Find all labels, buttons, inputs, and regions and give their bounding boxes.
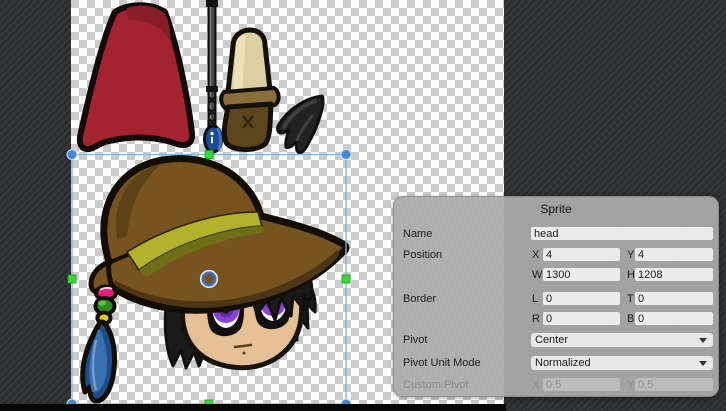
y-label: Y xyxy=(627,249,634,261)
h-label: H xyxy=(627,269,635,281)
panel-title: Sprite xyxy=(393,202,719,216)
position-row-xy: Position X Y xyxy=(393,248,719,262)
position-y-input[interactable] xyxy=(635,248,713,261)
position-x-input[interactable] xyxy=(543,248,620,261)
height-input[interactable] xyxy=(635,268,713,281)
chevron-down-icon xyxy=(699,338,707,343)
position-label: Position xyxy=(403,249,442,261)
border-l-input[interactable] xyxy=(543,292,620,305)
border-label: Border xyxy=(403,293,436,305)
custom-pivot-label: Custom Pivot xyxy=(403,379,468,391)
pivot-unit-mode-value: Normalized xyxy=(535,357,591,369)
width-input[interactable] xyxy=(543,268,620,281)
position-row-wh: W H xyxy=(393,268,719,282)
border-r-input[interactable] xyxy=(543,312,620,325)
pivot-unit-mode-dropdown[interactable]: Normalized xyxy=(531,356,713,370)
l-label: L xyxy=(532,293,538,305)
name-label: Name xyxy=(403,228,432,240)
canvas-bottom-bar xyxy=(0,404,506,411)
name-input[interactable] xyxy=(531,227,713,240)
pivot-dropdown[interactable]: Center xyxy=(531,333,713,347)
corner-handle-top-left[interactable] xyxy=(67,150,77,160)
r-label: R xyxy=(532,313,540,325)
edge-handle-top[interactable] xyxy=(205,151,213,159)
pivot-row: Pivot Center xyxy=(393,333,719,347)
edge-handle-right[interactable] xyxy=(342,275,350,283)
border-t-input[interactable] xyxy=(635,292,713,305)
custom-pivot-row: Custom Pivot X Y xyxy=(393,378,719,392)
w-label: W xyxy=(532,269,542,281)
border-row-rb: R B xyxy=(393,312,719,326)
t-label: T xyxy=(627,293,634,305)
border-b-input[interactable] xyxy=(635,312,713,325)
sprite-editor-window: Sprite Name Position X Y W H Border L T … xyxy=(0,0,726,411)
pivot-dropdown-value: Center xyxy=(535,334,568,346)
border-row-lt: Border L T xyxy=(393,292,719,306)
custom-pivot-x-label: X xyxy=(532,379,539,391)
pivot-unit-mode-row: Pivot Unit Mode Normalized xyxy=(393,356,719,370)
custom-pivot-y-label: Y xyxy=(627,379,634,391)
chevron-down-icon xyxy=(699,361,707,366)
pivot-unit-mode-label: Pivot Unit Mode xyxy=(403,357,481,369)
edge-handle-left[interactable] xyxy=(68,275,76,283)
custom-pivot-y-input xyxy=(635,378,713,391)
x-label: X xyxy=(532,249,539,261)
b-label: B xyxy=(627,313,634,325)
corner-handle-top-right[interactable] xyxy=(341,150,351,160)
custom-pivot-x-input xyxy=(543,378,620,391)
sprite-inspector-panel: Sprite Name Position X Y W H Border L T … xyxy=(393,196,719,397)
name-row: Name xyxy=(393,227,719,241)
pivot-label: Pivot xyxy=(403,334,427,346)
